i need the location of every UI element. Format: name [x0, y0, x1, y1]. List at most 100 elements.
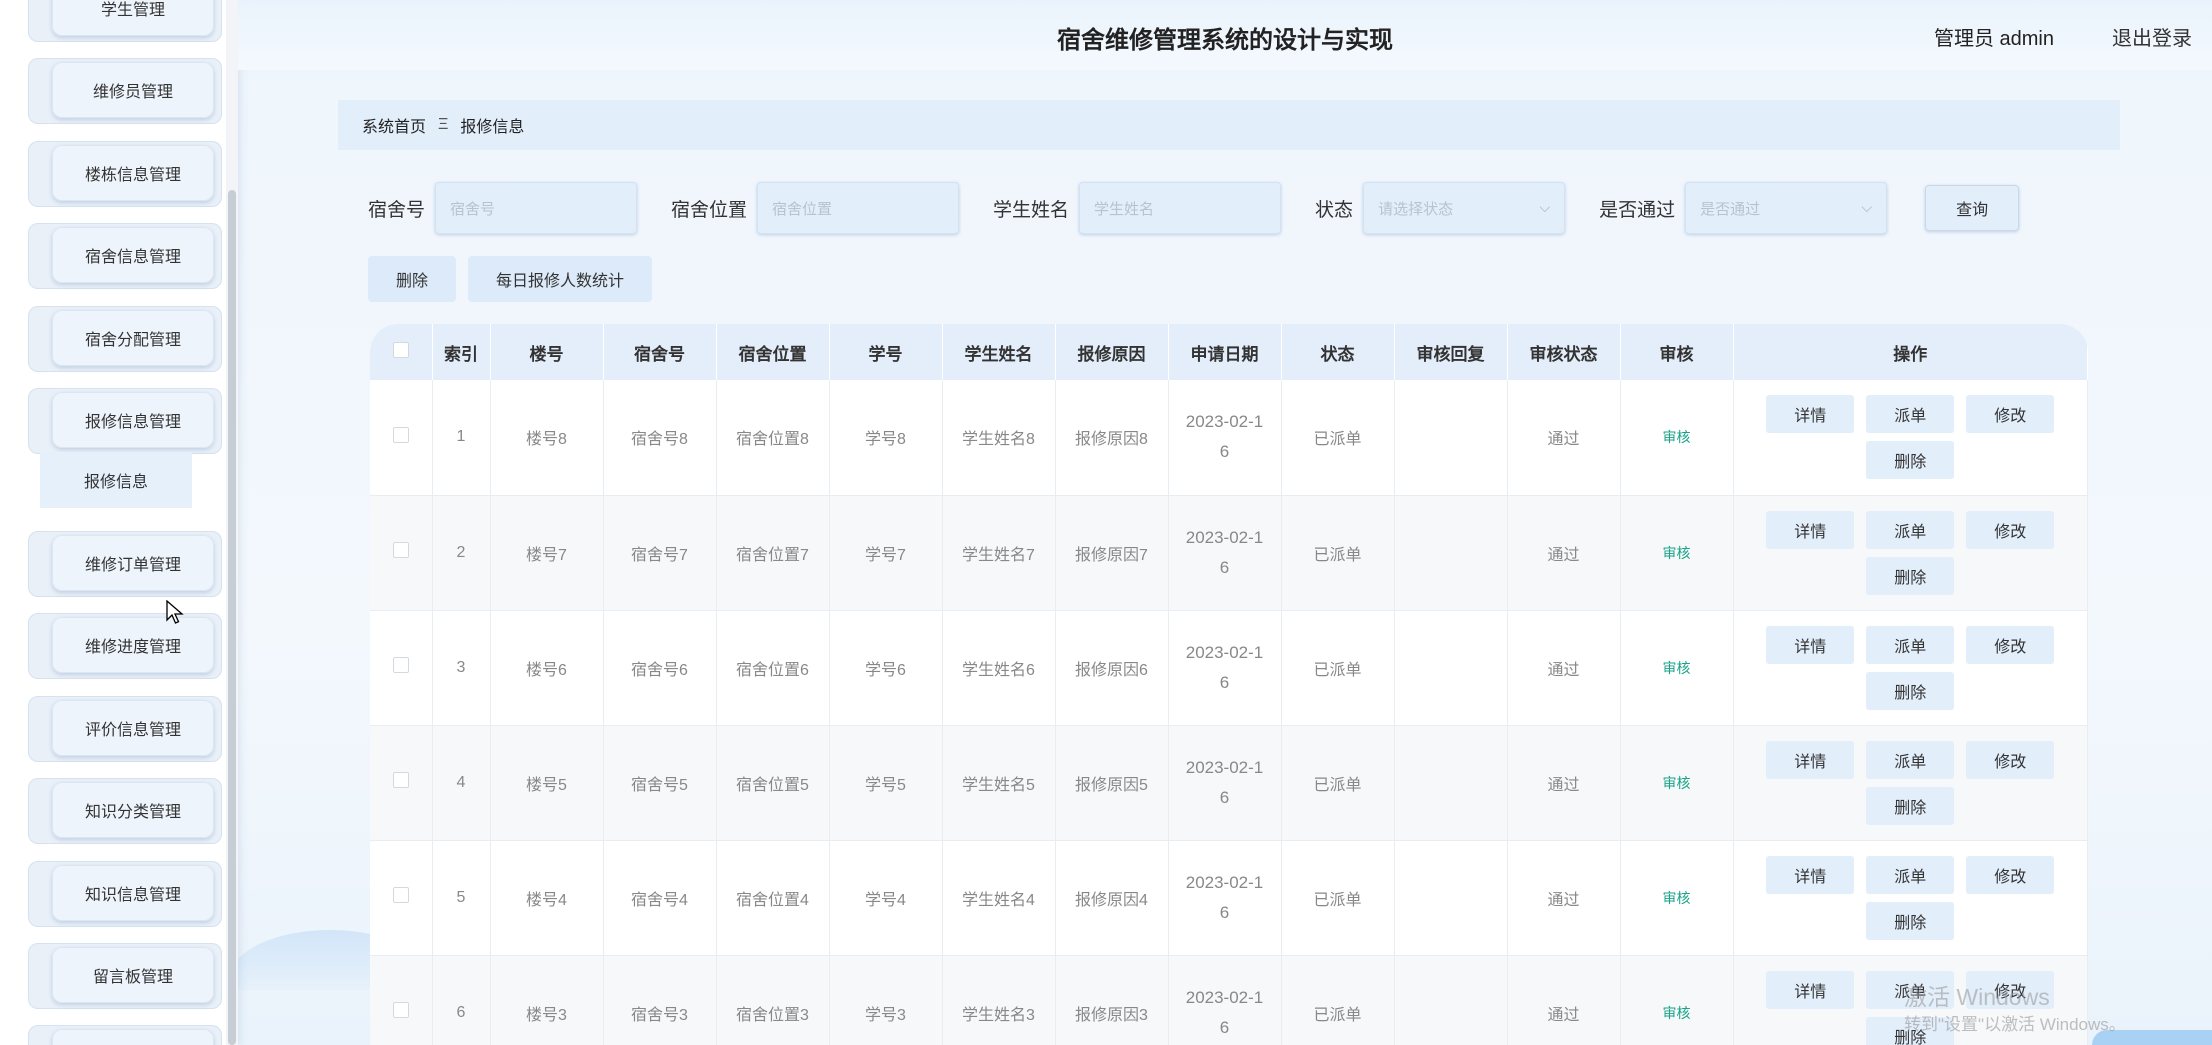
audit-link[interactable]: 审核	[1663, 890, 1691, 906]
sidebar-item-label[interactable]: 知识分类管理	[52, 782, 214, 838]
sidebar-item-label[interactable]: 学生管理	[52, 0, 214, 36]
status-select[interactable]: 请选择状态 ⌵	[1363, 182, 1566, 234]
sidebar-item-label[interactable]: 宿舍分配管理	[52, 310, 214, 366]
dispatch-button[interactable]: 派单	[1866, 395, 1955, 434]
logout-link[interactable]: 退出登录	[2112, 22, 2192, 51]
sidebar-item-students[interactable]: 学生管理	[28, 0, 222, 42]
passed-placeholder: 是否通过	[1700, 200, 1761, 218]
cell-location: 宿舍位置8	[716, 380, 830, 496]
cell-status: 已派单	[1281, 725, 1395, 841]
row-checkbox[interactable]	[392, 1002, 409, 1018]
row-select-cell	[370, 840, 433, 956]
dispatch-button[interactable]: 派单	[1866, 855, 1955, 894]
edit-button[interactable]: 修改	[1966, 740, 2055, 779]
cell-dorm: 宿舍号4	[603, 840, 717, 956]
sidebar-item-knowledge-info[interactable]: 知识信息管理	[28, 861, 222, 927]
cell-index: 3	[432, 610, 491, 726]
passed-select[interactable]: 是否通过 ⌵	[1685, 182, 1888, 234]
daily-stats-button[interactable]: 每日报修人数统计	[468, 256, 653, 302]
detail-button[interactable]: 详情	[1766, 740, 1855, 779]
delete-button[interactable]: 删除	[1866, 671, 1955, 710]
dispatch-button[interactable]: 派单	[1866, 740, 1955, 779]
dispatch-button[interactable]: 派单	[1866, 510, 1955, 549]
date-line: 6	[1219, 557, 1230, 577]
sidebar-item-more[interactable]	[28, 1025, 222, 1045]
edit-button[interactable]: 修改	[1966, 625, 2055, 664]
sidebar-item-label[interactable]: 报修信息管理	[52, 392, 214, 448]
sidebar-item-label[interactable]: 知识信息管理	[52, 865, 214, 921]
sidebar-item-repair-info[interactable]: 报修信息管理	[28, 388, 222, 454]
sidebar-item-repairmen[interactable]: 维修员管理	[28, 58, 222, 124]
cell-date: 2023-02-1 6	[1168, 725, 1282, 841]
sidebar-item-repair-orders[interactable]: 维修订单管理	[28, 531, 222, 597]
row-checkbox[interactable]	[392, 657, 409, 673]
delete-button[interactable]: 删除	[1866, 901, 1955, 940]
cell-status: 已派单	[1281, 955, 1395, 1045]
row-checkbox[interactable]	[392, 426, 409, 443]
sidebar-item-reviews[interactable]: 评价信息管理	[28, 696, 222, 762]
audit-link[interactable]: 审核	[1663, 1005, 1691, 1021]
column-header: 索引	[432, 324, 491, 380]
dispatch-button[interactable]: 派单	[1866, 625, 1955, 664]
sidebar-item-message-board[interactable]: 留言板管理	[28, 943, 222, 1009]
cell-dorm: 宿舍号8	[603, 380, 717, 496]
edit-button[interactable]: 修改	[1966, 855, 2055, 894]
cell-building: 楼号5	[490, 725, 604, 841]
audit-link[interactable]: 审核	[1663, 775, 1691, 791]
cell-index: 4	[432, 725, 491, 841]
student-name-input[interactable]: 学生姓名	[1079, 182, 1282, 234]
column-header: 审核	[1620, 324, 1734, 380]
detail-button[interactable]: 详情	[1766, 625, 1855, 664]
delete-button[interactable]: 删除	[1866, 441, 1955, 480]
sidebar-item-label[interactable]: 维修进度管理	[52, 617, 214, 673]
cell-building: 楼号6	[490, 610, 604, 726]
sidebar-item-label[interactable]: 评价信息管理	[52, 700, 214, 756]
activation-watermark-hint: 转到"设置"以激活 Windows。	[1904, 1015, 2126, 1034]
sidebar-scrollbar-thumb[interactable]	[228, 190, 236, 1045]
breadcrumb-current: 报修信息	[460, 119, 525, 136]
status-placeholder: 请选择状态	[1378, 200, 1454, 218]
row-checkbox[interactable]	[392, 772, 409, 788]
column-header: 学生姓名	[942, 324, 1056, 380]
sidebar-item-dorms[interactable]: 宿舍信息管理	[28, 223, 222, 289]
query-button[interactable]: 查询	[1925, 185, 2020, 231]
sidebar-item-label[interactable]: 留言板管理	[52, 947, 214, 1003]
dorm-no-input[interactable]: 宿舍号	[435, 182, 638, 234]
audit-link[interactable]: 审核	[1663, 545, 1691, 561]
cell-operations: 详情 派单 修改 删除	[1733, 610, 2088, 726]
cell-audit: 审核	[1620, 955, 1734, 1045]
sidebar-subitem-repair-info[interactable]: 报修信息	[40, 452, 192, 508]
cell-audit-status: 通过	[1507, 840, 1621, 956]
cell-status: 已派单	[1281, 380, 1395, 496]
sidebar-item-repair-progress[interactable]: 维修进度管理	[28, 613, 222, 679]
sidebar-item-label[interactable]: 维修订单管理	[52, 535, 214, 591]
sidebar-item-label[interactable]: 宿舍信息管理	[52, 227, 214, 283]
detail-button[interactable]: 详情	[1766, 970, 1855, 1009]
sidebar-item-dorm-allocation[interactable]: 宿舍分配管理	[28, 306, 222, 372]
row-checkbox[interactable]	[392, 542, 409, 558]
bulk-delete-button[interactable]: 删除	[368, 256, 457, 302]
edit-button[interactable]: 修改	[1966, 395, 2055, 434]
breadcrumb-home[interactable]: 系统首页	[362, 113, 426, 137]
column-header: 学号	[829, 324, 943, 380]
detail-button[interactable]: 详情	[1766, 855, 1855, 894]
audit-link[interactable]: 审核	[1663, 660, 1691, 676]
sidebar-item-label[interactable]: 维修员管理	[52, 62, 214, 118]
detail-button[interactable]: 详情	[1766, 510, 1855, 549]
detail-button[interactable]: 详情	[1766, 395, 1855, 434]
audit-link[interactable]: 审核	[1663, 429, 1691, 445]
row-checkbox[interactable]	[392, 887, 409, 903]
dorm-loc-input[interactable]: 宿舍位置	[757, 182, 960, 234]
row-actions: 详情 派单 修改 删除	[1750, 507, 2070, 599]
delete-button[interactable]: 删除	[1866, 556, 1955, 595]
column-header: 宿舍位置	[716, 324, 830, 380]
select-all-checkbox[interactable]	[392, 341, 409, 358]
sidebar-item-knowledge-categories[interactable]: 知识分类管理	[28, 778, 222, 844]
edit-button[interactable]: 修改	[1966, 510, 2055, 549]
sidebar-item-label[interactable]: 楼栋信息管理	[52, 145, 214, 201]
cell-dorm: 宿舍号7	[603, 495, 717, 611]
sidebar-item-buildings[interactable]: 楼栋信息管理	[28, 141, 222, 207]
delete-button[interactable]: 删除	[1866, 786, 1955, 825]
cell-reply	[1394, 955, 1508, 1045]
cell-index: 1	[432, 380, 491, 496]
